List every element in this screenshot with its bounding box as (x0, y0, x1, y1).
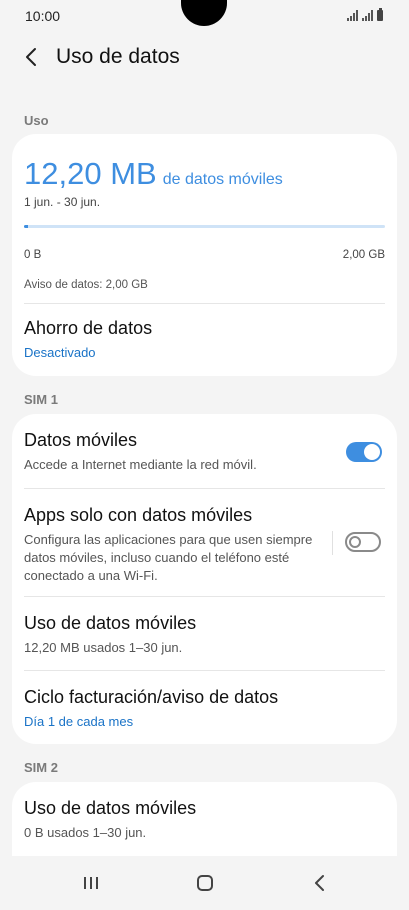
navigation-bar (0, 856, 409, 910)
mobile-data-usage-title: Uso de datos móviles (24, 613, 197, 633)
usage-amount-suffix: de datos móviles (162, 171, 283, 188)
usage-amount: 12,20 MB (24, 156, 157, 191)
chevron-left-icon[interactable] (20, 45, 44, 69)
data-warning-label: Aviso de datos: 2,00 GB (24, 279, 148, 291)
mobile-data-toggle[interactable] (346, 442, 382, 462)
data-saver-status: Desactivado (24, 345, 96, 360)
apps-only-subtitle: Configura las aplicaciones para que usen… (24, 532, 313, 583)
status-icons (347, 8, 383, 21)
home-icon[interactable] (192, 870, 218, 896)
billing-cycle-subtitle: Día 1 de cada mes (24, 714, 134, 729)
data-saver-row[interactable]: Ahorro de datos Desactivado (12, 304, 397, 376)
progress-max-label: 2,00 GB (342, 249, 385, 261)
mobile-data-subtitle: Accede a Internet mediante la red móvil. (24, 457, 257, 472)
vertical-divider (332, 531, 333, 555)
mobile-data-row[interactable]: Datos móviles Accede a Internet mediante… (12, 414, 397, 488)
section-label-sim1: SIM 1 (24, 392, 58, 407)
data-saver-title: Ahorro de datos (24, 318, 153, 338)
apps-only-mobile-data-row[interactable]: Apps solo con datos móviles Configura la… (12, 489, 397, 596)
billing-cycle-row[interactable]: Ciclo facturación/aviso de datos Día 1 d… (12, 671, 397, 744)
sim2-usage-subtitle: 0 B usados 1–30 jun. (24, 825, 147, 840)
signal-sim1-icon (347, 10, 358, 21)
signal-sim2-icon (362, 10, 373, 21)
billing-cycle-title: Ciclo facturación/aviso de datos (24, 687, 279, 707)
section-label-uso: Uso (24, 113, 49, 128)
recent-apps-icon[interactable] (78, 870, 104, 896)
progress-min-label: 0 B (24, 249, 42, 261)
usage-progress-fill (24, 225, 28, 228)
battery-icon (377, 8, 383, 21)
status-time: 10:00 (25, 8, 61, 24)
usage-card: 12,20 MB de datos móviles 1 jun. - 30 ju… (12, 134, 397, 376)
apps-only-title: Apps solo con datos móviles (24, 505, 253, 525)
status-bar: 10:00 (0, 0, 409, 32)
sim2-usage-title: Uso de datos móviles (24, 798, 197, 818)
usage-period: 1 jun. - 30 jun. (24, 195, 101, 209)
mobile-data-usage-subtitle: 12,20 MB usados 1–30 jun. (24, 640, 183, 655)
sim2-data-usage-row[interactable]: Uso de datos móviles 0 B usados 1–30 jun… (12, 782, 397, 856)
app-bar: Uso de datos (0, 32, 409, 84)
page-title: Uso de datos (56, 45, 180, 68)
usage-progress-bar (24, 225, 385, 228)
section-label-sim2: SIM 2 (24, 760, 58, 775)
mobile-data-title: Datos móviles (24, 430, 138, 450)
nav-back-icon[interactable] (307, 870, 333, 896)
camera-notch (181, 0, 227, 26)
apps-only-toggle[interactable] (345, 532, 381, 552)
sim1-card: Datos móviles Accede a Internet mediante… (12, 414, 397, 744)
usage-summary[interactable]: 12,20 MB de datos móviles (24, 156, 283, 192)
mobile-data-usage-row[interactable]: Uso de datos móviles 12,20 MB usados 1–3… (12, 597, 397, 670)
